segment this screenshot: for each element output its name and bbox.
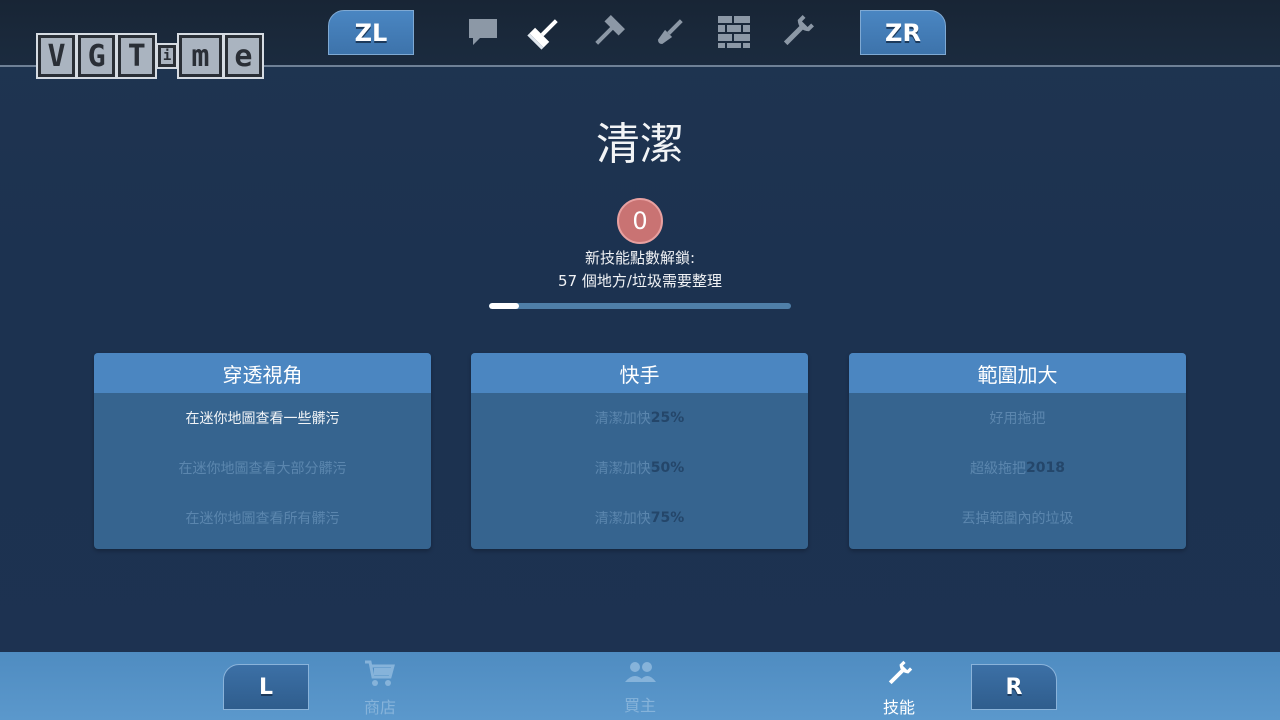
skill-tier-value: 75% (650, 510, 685, 526)
wrench-icon (884, 660, 914, 692)
skill-tier-text: 在迷你地圖查看一些髒污 (185, 411, 340, 427)
logo-letter: V (35, 33, 78, 79)
skill-tier-value: 25% (650, 410, 685, 426)
skill-tier[interactable]: 超級拖把 2018 (849, 443, 1186, 493)
people-icon (623, 660, 657, 690)
skill-tier-text: 清潔加快 (594, 511, 651, 527)
zr-shoulder-button[interactable]: ZR (860, 10, 946, 55)
skill-tier[interactable]: 清潔加快 25% (471, 393, 808, 443)
nav-label: 商店 (363, 698, 396, 717)
nav-label: 買主 (623, 696, 656, 715)
skill-card-title: 穿透視角 (94, 353, 431, 393)
nav-label: 技能 (882, 698, 915, 717)
skill-tier[interactable]: 在迷你地圖查看大部分髒污 (94, 443, 431, 493)
skill-tier-text: 清潔加快 (594, 461, 651, 477)
skill-card-x-ray[interactable]: 穿透視角 在迷你地圖查看一些髒污 在迷你地圖查看大部分髒污 在迷你地圖查看所有髒… (94, 353, 431, 549)
skill-card-quick-hands[interactable]: 快手 清潔加快 25% 清潔加快 50% 清潔加快 75% (471, 353, 808, 549)
skill-tier-value: 2018 (1026, 460, 1065, 476)
skill-card-title: 範圍加大 (849, 353, 1186, 393)
skill-tier-value: 50% (650, 460, 685, 476)
nav-shop[interactable]: 商店 (340, 660, 420, 718)
mop-icon[interactable] (527, 14, 563, 50)
unlock-label: 新技能點數解鎖: (584, 249, 696, 267)
skill-tier[interactable]: 在迷你地圖查看一些髒污 (94, 393, 431, 443)
l-shoulder-button[interactable]: L (223, 664, 309, 710)
unlock-progress-fill (489, 303, 520, 309)
unlock-requirement: 57 個地方/垃圾需要整理 (558, 272, 722, 290)
logo-letter: e (222, 33, 264, 79)
nav-clients[interactable]: 買主 (600, 660, 680, 716)
skill-tier-text: 超級拖把 (970, 461, 1027, 477)
chat-bubble-icon[interactable] (465, 14, 501, 50)
skill-tier[interactable]: 在迷你地圖查看所有髒污 (94, 493, 431, 543)
skill-card-title: 快手 (471, 353, 808, 393)
nav-skills[interactable]: 技能 (859, 660, 939, 718)
page-title: 清潔 (596, 119, 684, 170)
wrench-icon[interactable] (779, 14, 815, 50)
logo-letter: m (176, 33, 224, 79)
skill-tier[interactable]: 丟掉範圍內的垃圾 (849, 493, 1186, 543)
brick-wall-icon[interactable] (716, 14, 752, 50)
skill-tier[interactable]: 清潔加快 50% (471, 443, 808, 493)
skill-points-badge: 0 (617, 198, 663, 244)
skill-tier[interactable]: 好用拖把 (849, 393, 1186, 443)
unlock-progress-bar (489, 303, 791, 309)
shopping-cart-icon (364, 660, 396, 692)
zl-shoulder-button[interactable]: ZL (328, 10, 414, 55)
skill-tier-text: 丟掉範圍內的垃圾 (961, 511, 1074, 527)
hammer-icon[interactable] (590, 14, 626, 50)
r-shoulder-button[interactable]: R (971, 664, 1057, 710)
bottom-nav-bar: L 商店 買主 技能 R (0, 652, 1280, 720)
skill-tier-text: 在迷你地圖查看所有髒污 (185, 511, 340, 527)
logo-letter: i (156, 43, 178, 69)
vgtime-logo: V G T i m e (35, 33, 264, 79)
skill-tier-text: 在迷你地圖查看大部分髒污 (178, 461, 347, 477)
skill-tier-text: 清潔加快 (594, 411, 651, 427)
skill-card-wider-range[interactable]: 範圍加大 好用拖把 超級拖把 2018 丟掉範圍內的垃圾 (849, 353, 1186, 549)
skill-tier-text: 好用拖把 (989, 411, 1046, 427)
logo-letter: G (76, 33, 118, 79)
skill-tier[interactable]: 清潔加快 75% (471, 493, 808, 543)
logo-letter: T (116, 33, 158, 79)
paint-brush-icon[interactable] (652, 14, 688, 50)
